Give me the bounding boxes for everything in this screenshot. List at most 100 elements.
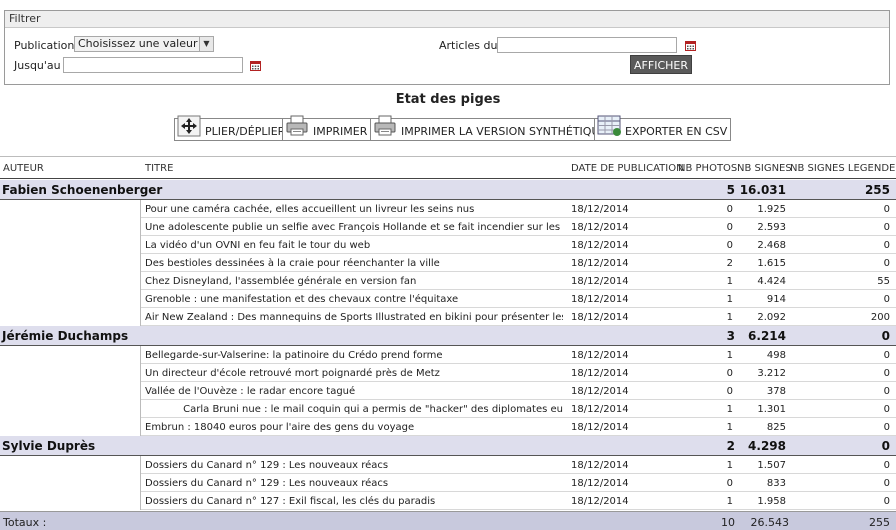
expand-arrows-icon (177, 115, 201, 137)
article-title: La vidéo d'un OVNI en feu fait le tour d… (145, 240, 371, 251)
table-row[interactable]: Air New Zealand : Des mannequins de Spor… (0, 308, 896, 326)
article-photos: 1 (726, 276, 733, 287)
table-row[interactable]: Carla Bruni nue : le mail coquin qui a p… (0, 400, 896, 418)
printer-icon (374, 115, 396, 136)
group-signes: 6.214 (748, 329, 786, 343)
table-row[interactable]: Des bestioles dessinées à la craie pour … (0, 254, 896, 272)
totals-legendes: 255 (869, 516, 890, 529)
publication-select[interactable]: Choisissez une valeur ▼ (74, 36, 214, 52)
group-photos: 3 (726, 329, 735, 343)
article-date: 18/12/2014 (571, 422, 629, 433)
article-title: Dossiers du Canard n° 127 : Exil fiscal,… (145, 496, 436, 507)
article-signes: 833 (766, 478, 786, 489)
group-photos: 2 (726, 439, 735, 453)
publication-select-value: Choisissez une valeur (78, 37, 198, 50)
printer-icon (286, 115, 308, 136)
col-titre[interactable]: Titre (145, 163, 173, 174)
article-legendes: 0 (883, 368, 890, 379)
plier-deplier-button[interactable]: PLIER/DÉPLIER (174, 115, 290, 141)
article-date: 18/12/2014 (571, 312, 629, 323)
jusquau-input[interactable] (63, 57, 243, 73)
article-title: Dossiers du Canard n° 129 : Les nouveaux… (145, 478, 389, 489)
filter-legend: Filtrer (5, 11, 889, 28)
article-date: 18/12/2014 (571, 240, 629, 251)
article-photos: 2 (726, 258, 733, 269)
exporter-csv-label: EXPORTER EN CSV (625, 125, 728, 138)
author-cell (0, 290, 141, 308)
page-title: Etat des piges (395, 92, 501, 107)
article-photos: 1 (726, 404, 733, 415)
article-date: 18/12/2014 (571, 460, 629, 471)
article-legendes: 0 (883, 258, 890, 269)
author-cell (0, 218, 141, 236)
article-legendes: 0 (883, 222, 890, 233)
articles-du-input[interactable] (497, 37, 677, 53)
imprimer-button[interactable]: IMPRIMER (282, 115, 372, 141)
article-signes: 498 (766, 350, 786, 361)
article-legendes: 0 (883, 386, 890, 397)
article-photos: 1 (726, 496, 733, 507)
table-row[interactable]: Dossiers du Canard n° 129 : Les nouveaux… (0, 456, 896, 474)
article-legendes: 0 (883, 460, 890, 471)
article-title: Chez Disneyland, l'assemblée générale en… (145, 276, 417, 287)
table-row[interactable]: Bellegarde-sur-Valserine: la patinoire d… (0, 346, 896, 364)
article-date: 18/12/2014 (571, 478, 629, 489)
article-signes: 3.212 (757, 368, 786, 379)
table-row[interactable]: Dossiers du Canard n° 127 : Exil fiscal,… (0, 492, 896, 510)
author-group-row[interactable]: Sylvie Duprès 2 4.298 0 (0, 436, 896, 456)
col-signes[interactable]: Nb signes (737, 163, 792, 174)
table-row[interactable]: Grenoble : une manifestation et des chev… (0, 290, 896, 308)
table-row[interactable]: Une adolescente publie un selfie avec Fr… (0, 218, 896, 236)
article-photos: 0 (726, 204, 733, 215)
article-signes: 2.468 (757, 240, 786, 251)
article-legendes: 0 (883, 204, 890, 215)
article-signes: 1.301 (757, 404, 786, 415)
table-row[interactable]: Pour une caméra cachée, elles accueillen… (0, 200, 896, 218)
col-auteur[interactable]: Auteur (3, 163, 44, 174)
col-date[interactable]: Date de publication (571, 163, 684, 174)
col-legendes[interactable]: Nb signes legendes (790, 163, 896, 174)
calendar-icon[interactable] (250, 60, 261, 71)
exporter-csv-button[interactable]: EXPORTER EN CSV (594, 115, 732, 141)
group-signes: 4.298 (748, 439, 786, 453)
author-group-row[interactable]: Jérémie Duchamps 3 6.214 0 (0, 326, 896, 346)
author-cell (0, 346, 141, 364)
author-group-row[interactable]: Fabien Schoenenberger 5 16.031 255 (0, 180, 896, 200)
article-title: Embrun : 18040 euros pour l'aire des gen… (145, 422, 415, 433)
article-legendes: 0 (883, 294, 890, 305)
plier-deplier-label: PLIER/DÉPLIER (205, 125, 286, 138)
table-row[interactable]: La vidéo d'un OVNI en feu fait le tour d… (0, 236, 896, 254)
table-row[interactable]: Embrun : 18040 euros pour l'aire des gen… (0, 418, 896, 436)
totals-label: Totaux : (3, 516, 47, 529)
table-row[interactable]: Chez Disneyland, l'assemblée générale en… (0, 272, 896, 290)
filter-panel: Filtrer Publication : Choisissez une val… (4, 10, 890, 85)
row-divider (141, 509, 896, 510)
article-date: 18/12/2014 (571, 386, 629, 397)
article-date: 18/12/2014 (571, 350, 629, 361)
table-row[interactable]: Vallée de l'Ouvèze : le radar encore tag… (0, 382, 896, 400)
group-legendes: 255 (864, 183, 890, 197)
table-row[interactable]: Dossiers du Canard n° 129 : Les nouveaux… (0, 474, 896, 492)
article-legendes: 0 (883, 404, 890, 415)
table-row[interactable]: Un directeur d'école retrouvé mort poign… (0, 364, 896, 382)
article-photos: 0 (726, 222, 733, 233)
spreadsheet-icon (597, 115, 621, 136)
article-signes: 914 (766, 294, 786, 305)
calendar-icon[interactable] (685, 40, 696, 51)
author-cell (0, 492, 141, 510)
article-signes: 4.424 (757, 276, 786, 287)
article-legendes: 0 (883, 350, 890, 361)
article-signes: 2.593 (757, 222, 786, 233)
article-photos: 0 (726, 368, 733, 379)
article-date: 18/12/2014 (571, 294, 629, 305)
author-cell (0, 418, 141, 436)
author-name: Fabien Schoenenberger (2, 183, 163, 197)
afficher-button[interactable]: AFFICHER (630, 55, 692, 74)
article-signes: 2.092 (757, 312, 786, 323)
article-title: Un directeur d'école retrouvé mort poign… (145, 368, 440, 379)
imprimer-synthetique-button[interactable]: IMPRIMER LA VERSION SYNTHÉTIQUE (370, 115, 611, 141)
article-photos: 1 (726, 350, 733, 361)
col-photos[interactable]: Nb photos (678, 163, 737, 174)
article-title: Une adolescente publie un selfie avec Fr… (145, 222, 561, 233)
imprimer-synthetique-label: IMPRIMER LA VERSION SYNTHÉTIQUE (401, 125, 607, 138)
